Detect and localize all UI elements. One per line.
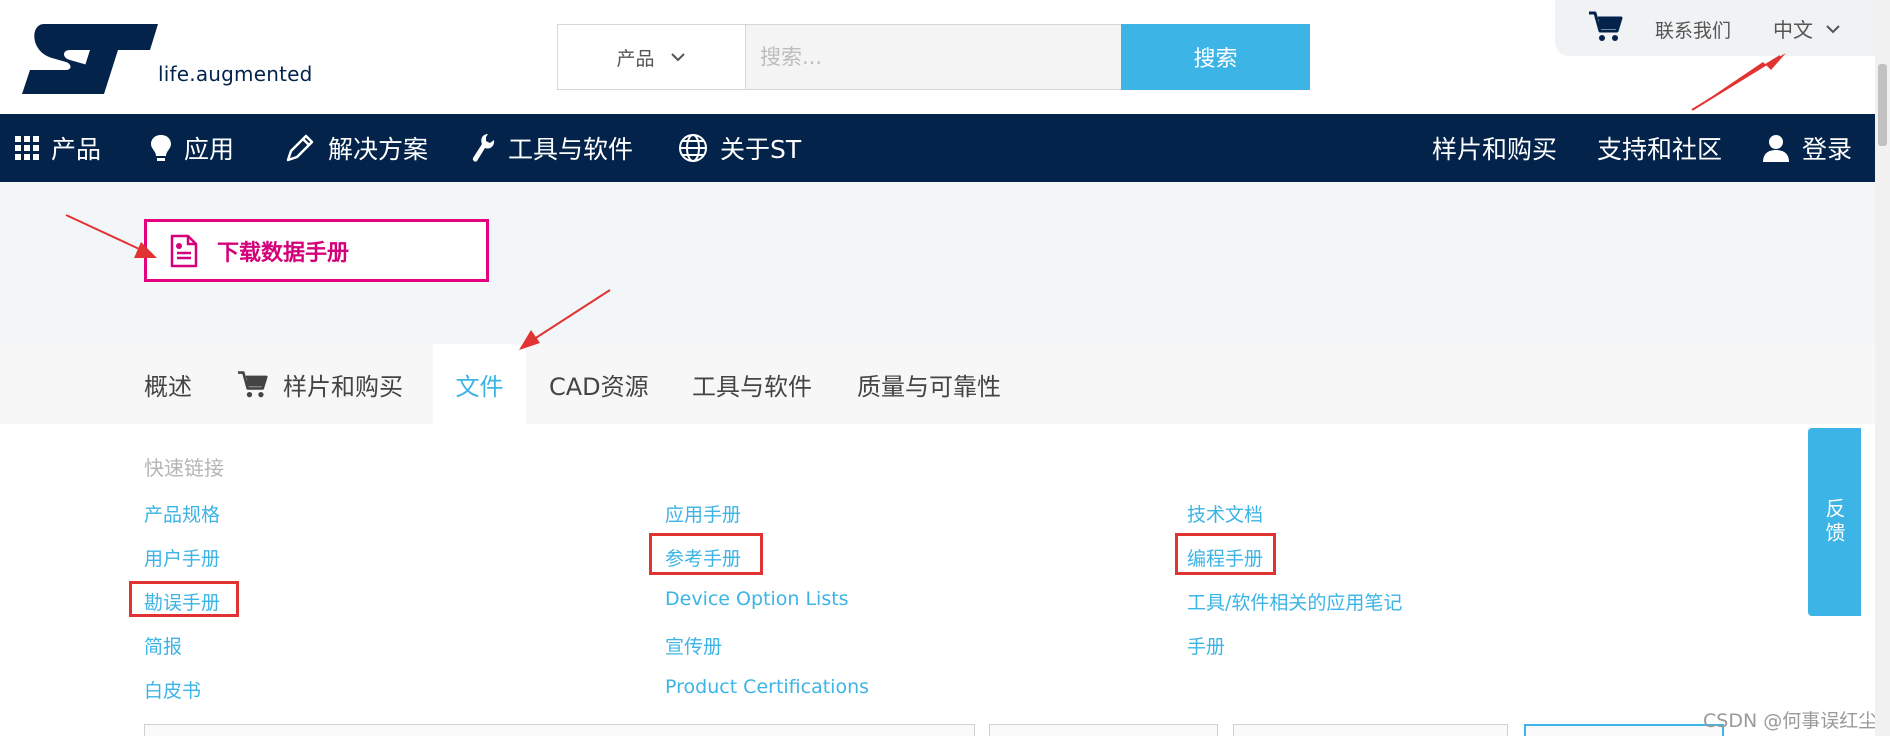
link-product-certifications[interactable]: Product Certifications [665,676,869,698]
nav-item-samples-buy[interactable]: 样片和购买 [1432,114,1557,182]
nav-item-products[interactable]: 产品 [15,114,101,182]
nav-item-label: 解决方案 [328,135,429,164]
document-icon [170,234,198,267]
link-user-manual[interactable]: 用户手册 [144,544,220,571]
chevron-down-icon [670,53,685,62]
link-programming-manual[interactable]: 编程手册 [1187,544,1263,571]
filter-box[interactable] [1233,724,1508,736]
link-whitepaper[interactable]: 白皮书 [144,676,201,703]
search-button[interactable]: 搜索 [1121,24,1310,90]
tab-label: 概述 [144,372,192,401]
grid-icon [15,136,39,160]
link-product-spec[interactable]: 产品规格 [144,500,220,527]
contact-us-link[interactable]: 联系我们 [1655,16,1731,43]
nav-item-about-st[interactable]: 关于ST [678,114,801,182]
wrench-icon [472,134,495,162]
search-category-label: 产品 [616,47,655,70]
nav-item-label: 产品 [51,135,102,164]
link-brochure[interactable]: 宣传册 [665,632,722,659]
link-brief[interactable]: 简报 [144,632,182,659]
link-reference-manual[interactable]: 参考手册 [665,544,741,571]
watermark: CSDN @何事误红尘 [1703,710,1878,732]
nav-item-label: 支持和社区 [1597,135,1723,164]
quicklinks-title: 快速链接 [144,456,224,480]
nav-item-label: 样片和购买 [1432,135,1558,164]
search-bar: 产品 搜索 [557,24,1310,90]
scrollbar-thumb[interactable] [1878,64,1887,146]
tab-overview[interactable]: 概述 [144,344,192,424]
nav-item-support-community[interactable]: 支持和社区 [1597,114,1722,182]
download-datasheet-button[interactable]: 下载数据手册 [144,219,489,282]
language-select[interactable]: 中文 [1773,14,1841,43]
feedback-button[interactable]: 反馈 [1808,428,1861,616]
language-label: 中文 [1773,18,1813,42]
main-navigation [0,114,1875,182]
cart-icon [238,371,268,398]
nav-item-applications[interactable]: 应用 [150,114,234,182]
page-scrollbar[interactable] [1875,0,1890,736]
download-datasheet-label: 下载数据手册 [217,240,350,266]
st-logo-icon [22,24,158,94]
chevron-down-icon [1826,24,1840,33]
link-tool-software-appnotes[interactable]: 工具/软件相关的应用笔记 [1187,588,1402,615]
filter-box[interactable] [989,724,1218,736]
cart-icon[interactable] [1588,9,1624,43]
tab-label: 质量与可靠性 [857,372,1001,401]
link-application-note[interactable]: 应用手册 [665,500,741,527]
nav-item-label: 关于ST [720,135,802,164]
nav-item-label: 工具与软件 [508,135,634,164]
pencil-icon [286,134,314,162]
nav-item-login[interactable]: 登录 [1762,114,1852,182]
link-technical-note[interactable]: 技术文档 [1187,500,1263,527]
tab-cad-resources[interactable]: CAD资源 [549,344,649,424]
nav-item-label: 登录 [1802,135,1853,164]
logo-tagline: life.augmented [158,62,313,86]
user-icon [1763,135,1789,162]
lightbulb-icon [151,135,171,161]
nav-item-label: 应用 [184,135,235,164]
search-category-select[interactable]: 产品 [558,25,746,89]
link-handbook[interactable]: 手册 [1187,632,1225,659]
tab-label: 工具与软件 [692,372,812,401]
nav-item-solutions[interactable]: 解决方案 [284,114,428,182]
nav-item-tools-software[interactable]: 工具与软件 [470,114,633,182]
link-device-option-lists[interactable]: Device Option Lists [665,588,849,610]
tab-tools-software[interactable]: 工具与软件 [692,344,812,424]
tab-quality-reliability[interactable]: 质量与可靠性 [857,344,1001,424]
filter-box-active[interactable] [1524,724,1724,736]
tab-label: 样片和购买 [283,372,403,401]
tab-documents[interactable]: 文件 [433,344,526,424]
tab-label: CAD资源 [549,372,649,401]
globe-icon [679,134,707,162]
tab-label: 文件 [455,372,504,401]
filter-box[interactable] [144,724,975,736]
tab-samples-buy[interactable]: 样片和购买 [237,344,403,424]
link-errata[interactable]: 勘误手册 [144,588,220,615]
